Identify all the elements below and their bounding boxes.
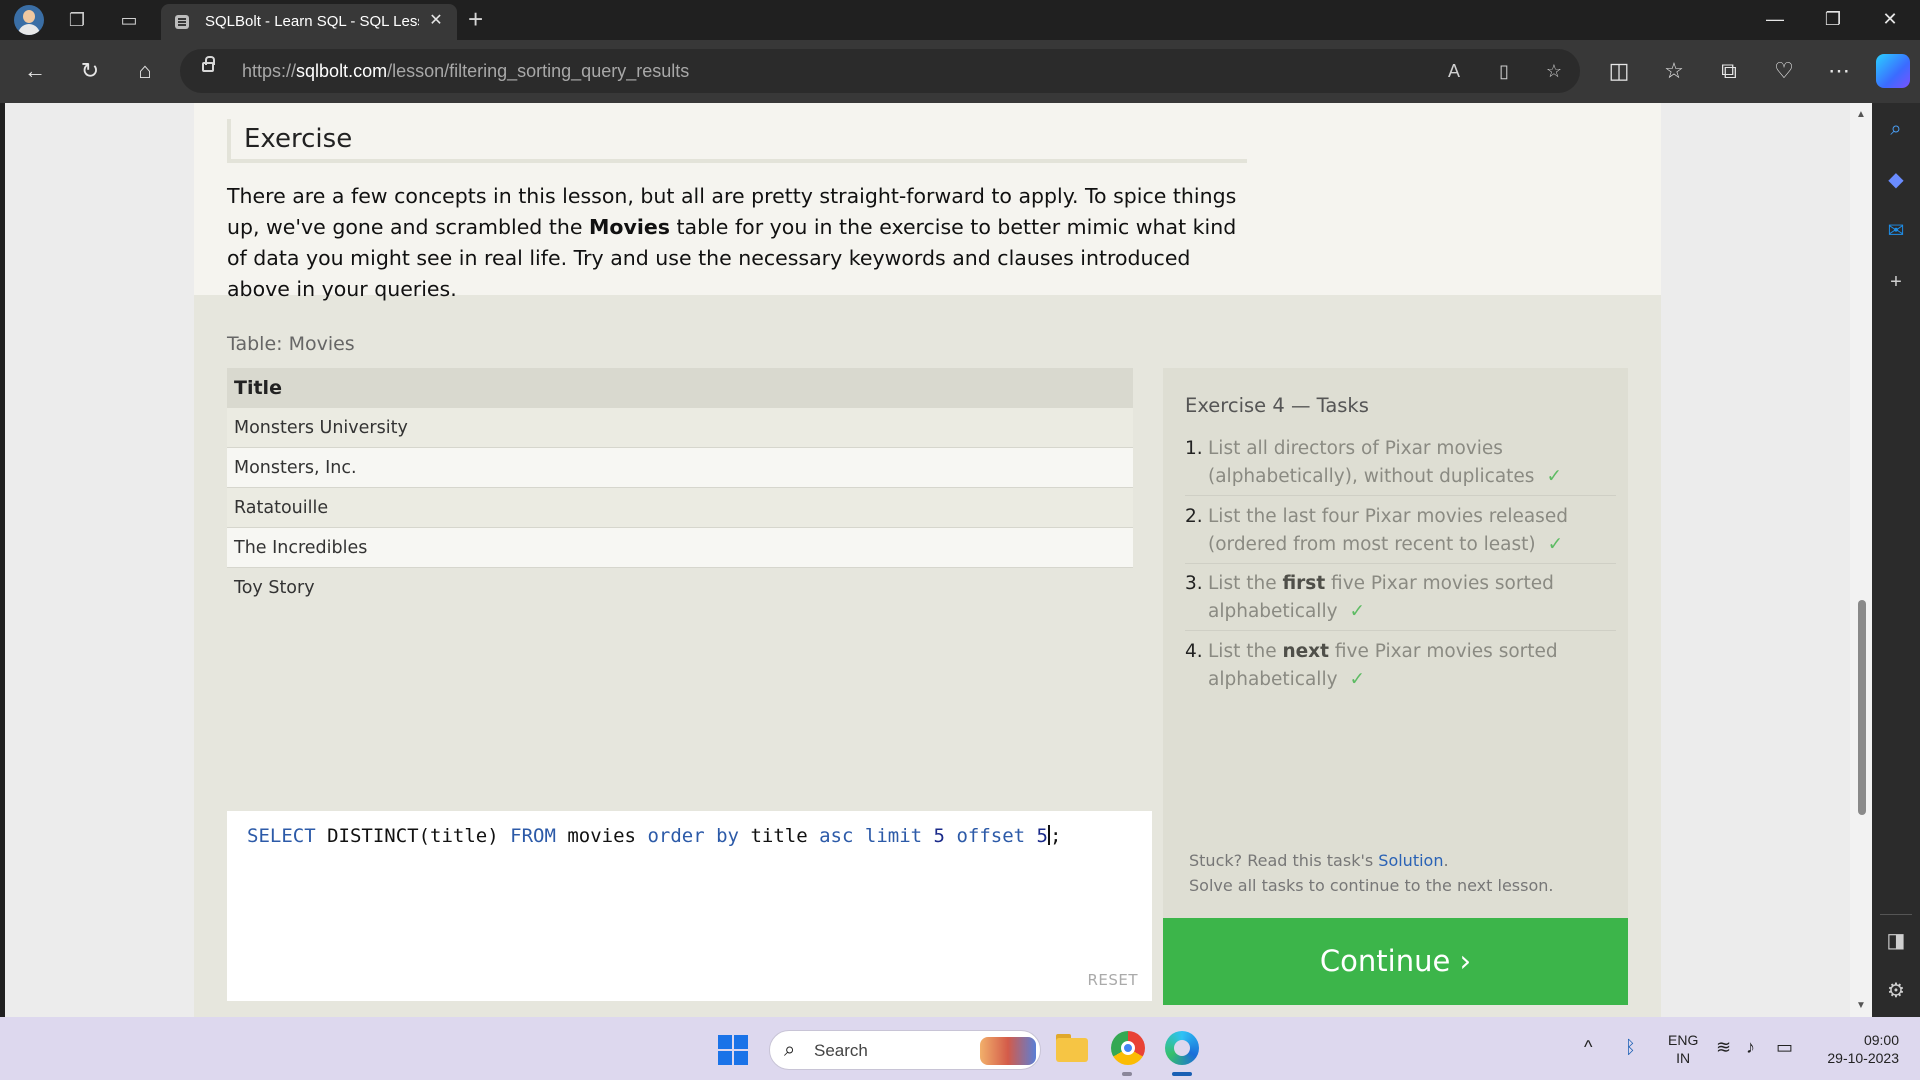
browser-essentials-icon[interactable]: ♡ (1769, 56, 1799, 86)
edge-app-icon[interactable] (1163, 1029, 1201, 1067)
checkmark-icon: ✓ (1349, 669, 1366, 690)
address-bar[interactable]: https://sqlbolt.com/lesson/filtering_sor… (180, 49, 1580, 93)
browser-tab-active[interactable]: SQLBolt - Learn SQL - SQL Lesson ✕ (161, 4, 457, 40)
results-table: Title Monsters University Monsters, Inc.… (227, 368, 1133, 811)
home-icon[interactable]: ⌂ (130, 56, 160, 86)
taskbar-search-label: Search (814, 1041, 868, 1060)
exercise-heading: Exercise (244, 124, 353, 154)
edge-sidebar: ⌕ ◆ ✉ + ◨ ⚙ (1872, 103, 1920, 1017)
collections-icon[interactable]: ⧉ (1714, 56, 1744, 86)
reset-button[interactable]: RESET (1087, 971, 1138, 989)
language-indicator[interactable]: ENG IN (1668, 1031, 1698, 1067)
table-cell: Monsters University (234, 418, 408, 438)
task-item: 1. List all directors of Pixar movies (a… (1185, 435, 1616, 496)
solve-all-note: Solve all tasks to continue to the next … (1189, 876, 1554, 895)
page-scroll-down-icon[interactable]: ▼ (1856, 1000, 1866, 1011)
url-text[interactable]: https://sqlbolt.com/lesson/filtering_sor… (242, 61, 689, 82)
table-row: Monsters, Inc. (227, 448, 1133, 488)
edge-active-indicator (1172, 1072, 1192, 1076)
task-item: 4. List the next five Pixar movies sorte… (1185, 641, 1558, 690)
outlook-icon[interactable]: ✉ (1884, 219, 1908, 243)
exercise-heading-box: Exercise (227, 119, 1247, 163)
workspaces-icon[interactable]: ❐ (64, 7, 90, 33)
split-screen-icon[interactable]: ◫ (1604, 56, 1634, 86)
table-row: Toy Story (227, 568, 1133, 608)
tasks-panel: Exercise 4 — Tasks 1. List all directors… (1163, 368, 1628, 918)
lesson-content: Exercise There are a few concepts in thi… (194, 103, 1661, 1017)
system-clock[interactable]: 09:00 29-10-2023 (1815, 1031, 1899, 1067)
sql-query-editor[interactable]: SELECT DISTINCT(title) FROM movies order… (227, 811, 1152, 1001)
taskbar-search-box[interactable]: ⌕ Search (769, 1030, 1041, 1070)
immersive-reader-icon[interactable]: ▯ (1491, 58, 1517, 84)
tasks-heading: Exercise 4 — Tasks (1185, 394, 1369, 417)
minimize-icon[interactable]: — (1755, 4, 1795, 34)
hide-sidebar-icon[interactable]: ◨ (1884, 929, 1908, 953)
show-hidden-icons-chevron-icon[interactable]: ^ (1584, 1037, 1592, 1058)
page-viewport: Exercise There are a few concepts in thi… (5, 103, 1850, 1017)
title-bar: ❐ ▭ SQLBolt - Learn SQL - SQL Lesson ✕ +… (0, 0, 1920, 40)
page-scroll-up-icon[interactable]: ▲ (1856, 109, 1866, 120)
tab-close-icon[interactable]: ✕ (425, 10, 447, 32)
table-cell: Monsters, Inc. (234, 458, 357, 478)
sql-query-text[interactable]: SELECT DISTINCT(title) FROM movies order… (247, 825, 1061, 847)
movies-bold-text: Movies (589, 215, 670, 239)
refresh-icon[interactable]: ↻ (75, 56, 105, 86)
restore-icon[interactable]: ❐ (1813, 4, 1853, 34)
checkmark-icon: ✓ (1546, 466, 1562, 487)
copilot-icon[interactable] (1876, 54, 1910, 88)
search-icon: ⌕ (784, 1039, 796, 1061)
table-row: Ratatouille (227, 488, 1133, 528)
sidebar-divider (1880, 914, 1912, 915)
favorites-icon[interactable]: ☆ (1659, 56, 1689, 86)
table-row: The Incredibles (227, 528, 1133, 568)
back-icon[interactable]: ← (20, 56, 50, 86)
page-scrollbar[interactable]: ▲ ▼ (1850, 103, 1872, 1017)
battery-icon[interactable]: ▭ (1776, 1037, 1793, 1058)
favorite-star-icon[interactable]: ☆ (1541, 58, 1567, 84)
page-scroll-thumb[interactable] (1858, 600, 1866, 815)
column-title-header: Title (234, 377, 282, 399)
chrome-running-indicator (1122, 1072, 1132, 1076)
file-explorer-icon[interactable] (1053, 1029, 1091, 1067)
search-highlight-image-icon (980, 1037, 1036, 1065)
sidebar-settings-gear-icon[interactable]: ⚙ (1884, 979, 1908, 1003)
volume-icon[interactable]: ♪ (1746, 1037, 1755, 1058)
wifi-icon[interactable]: ≋ (1716, 1037, 1731, 1058)
task-item: 3. List the first five Pixar movies sort… (1185, 570, 1616, 631)
table-header: Title (227, 368, 1133, 408)
windows-start-icon[interactable] (718, 1035, 748, 1065)
copilot-sidebar-icon[interactable]: ◆ (1884, 168, 1908, 192)
lock-icon[interactable] (202, 56, 215, 72)
stuck-help-text: Stuck? Read this task's Solution. Solve … (1189, 851, 1554, 895)
table-cell: Toy Story (234, 578, 315, 598)
solution-link[interactable]: Solution (1378, 851, 1443, 870)
table-label: Table: Movies (227, 333, 355, 355)
exercise-intro-section: Exercise There are a few concepts in thi… (194, 103, 1661, 301)
more-options-icon[interactable]: ⋯ (1824, 56, 1854, 86)
search-icon[interactable]: ⌕ (1884, 117, 1908, 141)
exercise-intro-text: There are a few concepts in this lesson,… (227, 184, 1237, 301)
add-sidebar-app-icon[interactable]: + (1884, 270, 1908, 294)
profile-avatar[interactable] (14, 5, 44, 35)
checkmark-icon: ✓ (1547, 534, 1564, 555)
sqlbolt-favicon-icon (175, 15, 189, 29)
table-cell: Ratatouille (234, 498, 329, 518)
chrome-icon[interactable] (1109, 1029, 1147, 1067)
table-row: Monsters University (227, 408, 1133, 448)
checkmark-icon: ✓ (1349, 601, 1366, 622)
navigation-bar: ← ↻ ⌂ https://sqlbolt.com/lesson/filteri… (0, 40, 1920, 103)
new-tab-icon[interactable]: + (468, 6, 483, 32)
table-cell: The Incredibles (234, 538, 368, 558)
tab-title: SQLBolt - Learn SQL - SQL Lesson (205, 13, 419, 30)
close-window-icon[interactable]: ✕ (1870, 4, 1910, 34)
continue-button[interactable]: Continue › (1163, 918, 1628, 1005)
task-item: 2. List the last four Pixar movies relea… (1185, 503, 1616, 564)
read-aloud-icon[interactable]: A (1441, 58, 1467, 84)
windows-taskbar: ⌕ Search ^ ᛒ ENG IN ≋ ♪ ▭ 09:00 29-10-2023 (0, 1017, 1920, 1080)
tab-actions-icon[interactable]: ▭ (116, 7, 142, 33)
bluetooth-icon[interactable]: ᛒ (1625, 1037, 1636, 1058)
